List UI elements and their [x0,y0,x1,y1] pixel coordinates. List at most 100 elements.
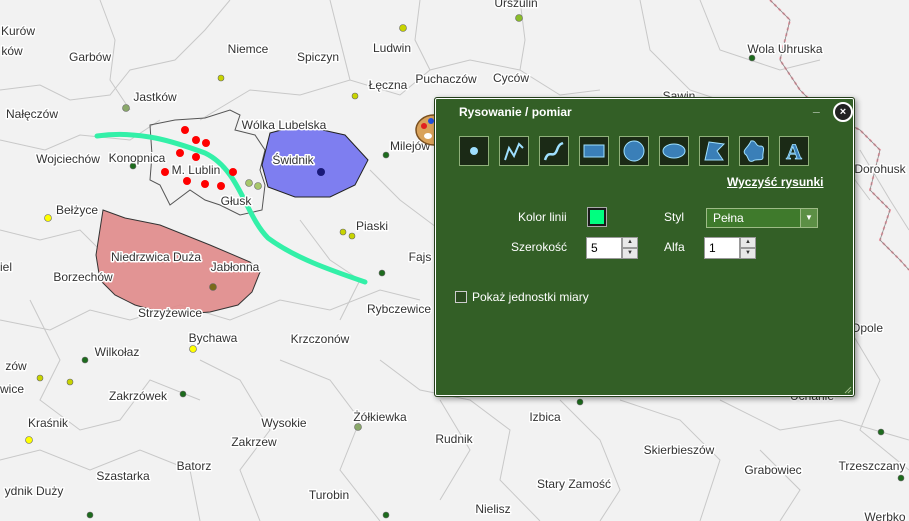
svg-text:A: A [786,139,802,164]
map-marker[interactable] [217,74,225,82]
map-marker[interactable] [348,232,356,240]
town-label: ydnik Duży [5,484,64,498]
town-label: Niemce [228,42,269,56]
town-label: Batorz [177,459,212,473]
drawn-point[interactable] [161,168,169,176]
town-label: Wojciechów [36,152,100,166]
town-label: Wola Uhruska [747,42,822,56]
town-label: Borzechów [53,270,113,284]
drawn-point[interactable] [183,177,191,185]
map-marker[interactable] [877,428,885,436]
town-label: Żółkiewka [353,410,407,424]
map-marker[interactable] [351,92,359,100]
map-marker[interactable] [354,423,362,431]
map-marker[interactable] [378,269,386,277]
map-marker[interactable] [44,214,52,222]
town-label: Opole [851,321,883,335]
text-tool[interactable]: A [779,136,809,166]
width-stepper: ▲ ▼ [586,237,638,259]
map-marker[interactable] [399,24,407,32]
map-marker[interactable] [339,228,347,236]
drawn-point[interactable] [317,168,325,176]
drawn-point[interactable] [192,153,200,161]
map-marker[interactable] [382,151,390,159]
drawing-panel: Rysowanie / pomiar _ × A Wyczyść rysunki… [434,97,855,397]
town-label: Głusk [221,194,253,208]
point-icon [470,147,478,155]
map-marker[interactable] [36,374,44,382]
circle-tool[interactable] [619,136,649,166]
alpha-input[interactable] [704,237,740,259]
town-label: Ludwin [373,41,411,55]
town-label: Cyców [493,71,529,85]
resize-handle-icon[interactable] [844,386,852,394]
town-label: Rybczewice [367,302,431,316]
town-label: Wólka Lubelska [242,118,327,132]
polyline-tool[interactable] [499,136,529,166]
town-label: Nałęczów [6,107,58,121]
town-label: Zakrzówek [109,389,168,403]
width-decrement-button[interactable]: ▼ [622,248,638,259]
chevron-down-icon: ▼ [800,209,817,227]
town-label: M. Lublin [172,163,221,177]
drawn-point[interactable] [176,149,184,157]
town-label: Turobin [309,488,349,502]
alpha-increment-button[interactable]: ▲ [740,237,756,248]
map-marker[interactable] [209,283,217,291]
town-label: Bychawa [189,331,238,345]
map-marker[interactable] [179,390,187,398]
town-label: Garbów [69,50,111,64]
town-label: Zakrzew [231,435,277,449]
clear-drawings-link[interactable]: Wyczyść rysunki [727,175,824,189]
show-units-label: Pokaż jednostki miary [472,290,589,304]
town-label: Izbica [529,410,561,424]
town-label: Dorohusk [854,162,906,176]
map-marker[interactable] [897,474,905,482]
map-marker[interactable] [515,14,523,22]
town-label: ków [1,44,23,58]
freehand-polygon-tool[interactable] [739,136,769,166]
town-label: Nielisz [475,502,510,516]
rectangle-tool[interactable] [579,136,609,166]
text-icon: A [786,139,803,164]
width-increment-button[interactable]: ▲ [622,237,638,248]
town-label: Stary Zamość [537,477,611,491]
polyline-icon [504,142,524,161]
drawn-point[interactable] [181,126,189,134]
drawing-toolbar: A [459,136,809,166]
town-label: Jabłonna [211,260,260,274]
point-tool[interactable] [459,136,489,166]
drawn-point[interactable] [192,136,200,144]
map-marker[interactable] [86,511,94,519]
map-marker[interactable] [25,436,33,444]
town-label: Wysokie [261,416,307,430]
ellipse-tool[interactable] [659,136,689,166]
polygon-tool[interactable] [699,136,729,166]
town-label: Konopnica [109,151,166,165]
close-button[interactable]: × [833,102,853,122]
drawn-point[interactable] [217,182,225,190]
town-label: Piaski [356,219,388,233]
width-input[interactable] [586,237,622,259]
freehand-line-tool[interactable] [539,136,569,166]
map-marker[interactable] [189,345,197,353]
map-marker[interactable] [66,378,74,386]
map-marker[interactable] [576,398,584,406]
town-label: Fajs [409,250,432,264]
drawn-point[interactable] [202,139,210,147]
line-color-picker[interactable] [587,207,607,227]
drawn-point[interactable] [201,180,209,188]
drawn-point[interactable] [229,168,237,176]
map-marker[interactable] [122,104,130,112]
show-units-checkbox[interactable] [455,291,467,303]
map-marker[interactable] [245,179,253,187]
town-label: Werbko [864,510,905,521]
style-select[interactable]: Pełna ▼ [706,208,818,228]
town-label: Bełżyce [56,203,98,217]
width-label: Szerokość [511,240,568,254]
minimize-button[interactable]: _ [813,100,827,114]
map-marker[interactable] [81,356,89,364]
map-marker[interactable] [254,182,262,190]
map-marker[interactable] [382,511,390,519]
alpha-decrement-button[interactable]: ▼ [740,248,756,259]
